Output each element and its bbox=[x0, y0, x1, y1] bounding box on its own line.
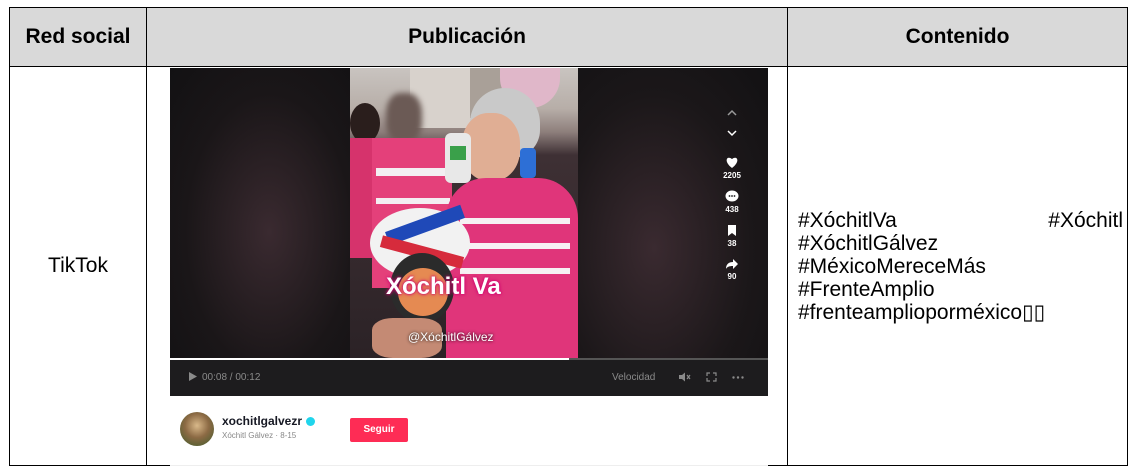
shares-count: 90 bbox=[727, 272, 737, 281]
blurred-backdrop-left bbox=[170, 68, 350, 396]
video-overlay-handle: @XóchitlGálvez bbox=[408, 330, 494, 344]
comments-count: 438 bbox=[725, 205, 739, 214]
verified-badge-icon bbox=[306, 417, 316, 427]
hashtag: #MéxicoMereceMás bbox=[798, 254, 986, 278]
time-display: 00:08 / 00:12 bbox=[202, 372, 261, 383]
video-overlay-title: Xóchitl Va bbox=[386, 273, 501, 300]
speed-control[interactable]: Velocidad bbox=[612, 372, 655, 383]
document-table: Red social Publicación Contenido TikTok bbox=[9, 7, 1128, 466]
comment-icon[interactable] bbox=[725, 190, 739, 203]
fullscreen-icon[interactable] bbox=[706, 372, 717, 382]
more-options-icon[interactable] bbox=[732, 376, 744, 379]
cell-content: #XóchitlVa #Xóchitl #XóchitlGálvez #Méxi… bbox=[787, 66, 1128, 466]
tag-line-1: #XóchitlVa #Xóchitl bbox=[798, 209, 1123, 232]
hashtag: #XóchitlVa bbox=[798, 208, 897, 232]
cell-network: TikTok bbox=[9, 66, 147, 466]
heart-icon[interactable] bbox=[725, 156, 739, 169]
bookmark-icon[interactable] bbox=[727, 224, 737, 237]
tiktok-embed[interactable]: Xóchitl Va @XóchitlGálvez 2205 438 38 90… bbox=[170, 68, 768, 466]
video-frame[interactable]: Xóchitl Va @XóchitlGálvez bbox=[350, 68, 578, 358]
play-icon[interactable] bbox=[188, 371, 198, 382]
mute-icon[interactable] bbox=[678, 372, 691, 382]
saves-count: 38 bbox=[727, 239, 737, 248]
follow-button[interactable]: Seguir bbox=[350, 418, 408, 442]
player-controls: 00:08 / 00:12 Velocidad bbox=[170, 358, 768, 396]
author-bar: xochitlgalvezr Xóchitl Gálvez · 8-15 Seg… bbox=[170, 396, 768, 466]
chevron-up-icon[interactable] bbox=[727, 108, 737, 116]
chevron-down-icon[interactable] bbox=[727, 130, 737, 138]
hashtag: #Xóchitl bbox=[1048, 208, 1123, 232]
user-subtitle: Xóchitl Gálvez · 8-15 bbox=[222, 431, 297, 440]
progress-fill bbox=[170, 358, 569, 360]
username-line[interactable]: xochitlgalvezr bbox=[222, 414, 316, 428]
video-player[interactable]: Xóchitl Va @XóchitlGálvez 2205 438 38 90… bbox=[170, 68, 768, 396]
avatar[interactable] bbox=[180, 412, 214, 446]
side-actions: 2205 438 38 90 bbox=[718, 108, 746, 291]
likes-count: 2205 bbox=[723, 171, 741, 180]
progress-bar[interactable] bbox=[170, 358, 768, 360]
hashtag: #FrenteAmplio bbox=[798, 277, 935, 301]
header-content: Contenido bbox=[787, 7, 1128, 67]
username[interactable]: xochitlgalvezr bbox=[222, 414, 302, 428]
header-post: Publicación bbox=[146, 7, 788, 67]
header-row: Red social Publicación Contenido bbox=[9, 7, 1128, 67]
share-icon[interactable] bbox=[725, 258, 739, 270]
hashtag: #frenteamplioporméxico▯▯ bbox=[798, 300, 1046, 324]
hashtag: #XóchitlGálvez bbox=[798, 231, 939, 255]
header-network: Red social bbox=[9, 7, 147, 67]
table-row: TikTok Xóchitl Va @XóchitlGálvez 2205 43… bbox=[9, 66, 1128, 466]
cell-post: Xóchitl Va @XóchitlGálvez 2205 438 38 90… bbox=[146, 66, 788, 466]
